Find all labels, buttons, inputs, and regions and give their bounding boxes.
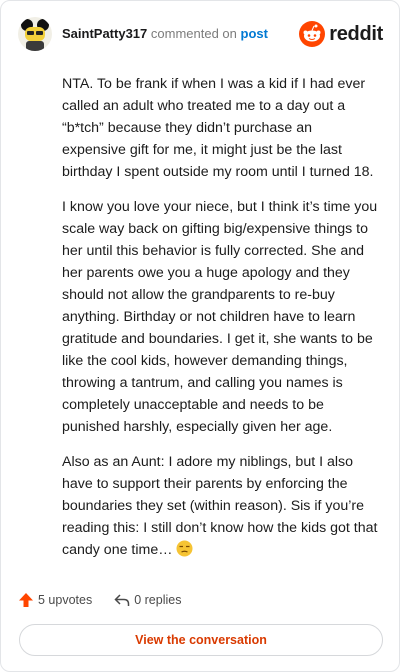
username-link[interactable]: SaintPatty317 — [62, 26, 147, 41]
post-link[interactable]: post — [241, 26, 268, 41]
comment-footer: 5 upvotes 0 replies — [18, 590, 203, 610]
comment-body: NTA. To be frank if when I was a kid if … — [62, 73, 378, 577]
reddit-snoo-icon — [299, 21, 326, 47]
comment-header: SaintPatty317 commented on post reddit — [18, 15, 383, 53]
comment-card: SaintPatty317 commented on post reddit N… — [0, 0, 400, 672]
upvote-button[interactable]: 5 upvotes — [18, 592, 92, 608]
reply-button[interactable]: 0 replies — [114, 592, 181, 608]
avatar-icon — [18, 17, 52, 51]
unamused-face-icon — [176, 540, 193, 564]
reddit-logo[interactable]: reddit — [299, 21, 383, 47]
reply-count: 0 replies — [134, 593, 182, 607]
comment-paragraph-text: Also as an Aunt: I adore my niblings, bu… — [62, 454, 378, 558]
comment-paragraph: Also as an Aunt: I adore my niblings, bu… — [62, 451, 378, 564]
upvote-arrow-icon — [19, 593, 33, 607]
user-avatar[interactable] — [18, 17, 52, 51]
reply-arrow-icon — [114, 594, 130, 606]
comment-meta: SaintPatty317 commented on post — [62, 26, 268, 42]
comment-paragraph: NTA. To be frank if when I was a kid if … — [62, 76, 374, 180]
view-conversation-button[interactable]: View the conversation — [19, 624, 383, 656]
action-text: commented on — [150, 26, 237, 41]
comment-paragraph: I know you love your niece, but I think … — [62, 199, 378, 435]
brand-wordmark: reddit — [329, 22, 383, 45]
upvote-count: 5 upvotes — [38, 593, 93, 607]
